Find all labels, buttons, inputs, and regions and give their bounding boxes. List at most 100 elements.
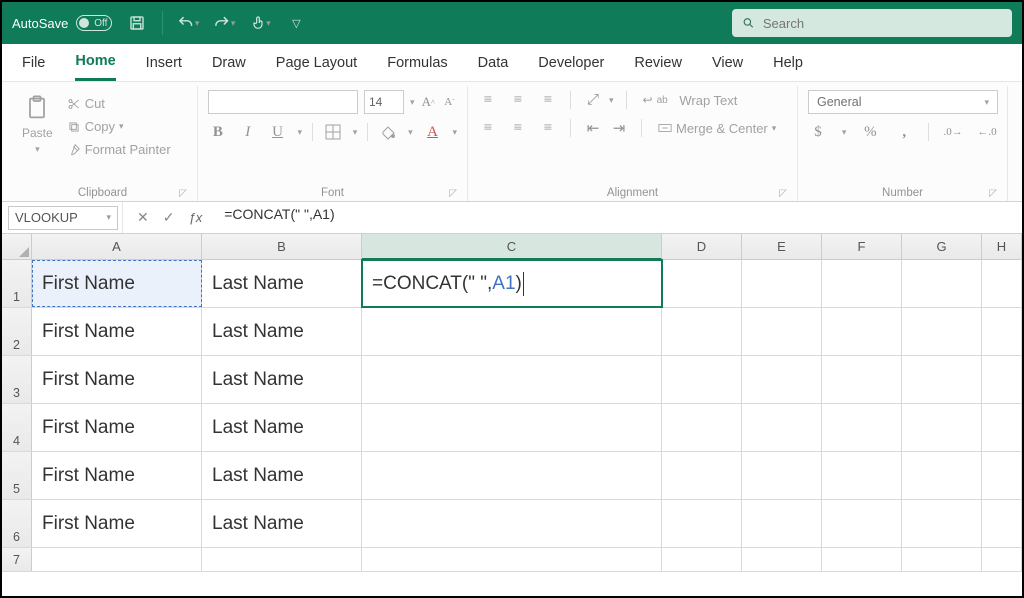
fill-color-button[interactable] [378, 122, 398, 142]
cell[interactable] [362, 356, 662, 403]
cell[interactable] [902, 548, 982, 571]
cell[interactable]: Last Name [202, 308, 362, 355]
row-header[interactable]: 7 [2, 548, 32, 571]
align-left-icon[interactable]: ≡ [478, 118, 498, 138]
cell[interactable] [362, 404, 662, 451]
cell[interactable] [982, 500, 1022, 547]
cell[interactable] [982, 308, 1022, 355]
cell[interactable] [822, 500, 902, 547]
qat-customize-icon[interactable]: ▽ [285, 12, 307, 34]
cancel-formula-icon[interactable]: ✕ [137, 209, 149, 226]
cell[interactable] [822, 260, 902, 307]
cell[interactable] [742, 260, 822, 307]
col-header-D[interactable]: D [662, 234, 742, 260]
font-launcher-icon[interactable]: ◸ [449, 188, 457, 199]
cell[interactable] [902, 356, 982, 403]
comma-format-button[interactable]: , [894, 122, 914, 142]
tab-developer[interactable]: Developer [538, 44, 604, 81]
decrease-font-icon[interactable]: Aˇ [442, 92, 457, 112]
tab-draw[interactable]: Draw [212, 44, 246, 81]
select-all-corner[interactable] [2, 234, 32, 260]
undo-icon[interactable]: ▾ [177, 12, 199, 34]
search-input[interactable] [763, 16, 1002, 31]
col-header-B[interactable]: B [202, 234, 362, 260]
cell[interactable] [662, 548, 742, 571]
number-format-select[interactable]: General▾ [808, 90, 998, 114]
cell[interactable] [982, 356, 1022, 403]
redo-icon[interactable]: ▾ [213, 12, 235, 34]
tab-home[interactable]: Home [75, 44, 115, 81]
cell[interactable] [362, 500, 662, 547]
row-header[interactable]: 6 [2, 500, 32, 547]
cell[interactable] [902, 308, 982, 355]
font-size-select[interactable] [364, 90, 404, 114]
increase-font-icon[interactable]: A^ [421, 92, 436, 112]
cell[interactable] [902, 260, 982, 307]
decrease-indent-icon[interactable]: ⇤ [583, 118, 603, 138]
tab-data[interactable]: Data [478, 44, 509, 81]
name-box[interactable]: VLOOKUP▾ [8, 206, 118, 230]
row-header[interactable]: 3 [2, 356, 32, 403]
cell[interactable] [982, 404, 1022, 451]
format-painter-button[interactable]: Format Painter [63, 140, 175, 159]
cell-B1[interactable]: Last Name [202, 260, 362, 307]
cell[interactable] [362, 452, 662, 499]
tab-help[interactable]: Help [773, 44, 803, 81]
cell[interactable] [742, 308, 822, 355]
cell[interactable] [822, 548, 902, 571]
cell[interactable] [982, 452, 1022, 499]
enter-formula-icon[interactable]: ✓ [163, 209, 175, 226]
cell[interactable]: First Name [32, 356, 202, 403]
cell[interactable] [902, 500, 982, 547]
wrap-text-button[interactable]: ↩ab Wrap Text [639, 91, 742, 110]
decrease-decimal-button[interactable]: ←.0 [977, 122, 997, 142]
cell[interactable]: Last Name [202, 356, 362, 403]
cell[interactable] [902, 452, 982, 499]
col-header-A[interactable]: A [32, 234, 202, 260]
cell[interactable] [662, 308, 742, 355]
cell[interactable] [822, 452, 902, 499]
autosave-toggle[interactable]: AutoSave Off [12, 15, 112, 31]
align-bottom-icon[interactable]: ≡ [538, 90, 558, 110]
clipboard-launcher-icon[interactable]: ◸ [179, 188, 187, 199]
paste-button[interactable]: Paste ▾ [18, 90, 57, 159]
touch-mode-icon[interactable]: ▾ [249, 12, 271, 34]
col-header-E[interactable]: E [742, 234, 822, 260]
row-header[interactable]: 4 [2, 404, 32, 451]
col-header-G[interactable]: G [902, 234, 982, 260]
tab-view[interactable]: View [712, 44, 743, 81]
cell[interactable] [822, 404, 902, 451]
tab-insert[interactable]: Insert [146, 44, 182, 81]
alignment-launcher-icon[interactable]: ◸ [779, 188, 787, 199]
cell[interactable] [362, 548, 662, 571]
cell[interactable] [742, 500, 822, 547]
percent-format-button[interactable]: % [860, 122, 880, 142]
col-header-H[interactable]: H [982, 234, 1022, 260]
cell[interactable]: Last Name [202, 452, 362, 499]
merge-center-button[interactable]: Merge & Center ▾ [654, 119, 780, 138]
copy-button[interactable]: Copy ▾ [63, 117, 175, 136]
cell[interactable] [662, 452, 742, 499]
bold-button[interactable]: B [208, 122, 228, 142]
accounting-format-button[interactable]: $ [808, 122, 828, 142]
cell[interactable]: Last Name [202, 500, 362, 547]
cell[interactable] [982, 260, 1022, 307]
cell[interactable] [822, 356, 902, 403]
number-launcher-icon[interactable]: ◸ [989, 188, 997, 199]
font-family-select[interactable] [208, 90, 358, 114]
borders-button[interactable] [323, 122, 343, 142]
tab-page-layout[interactable]: Page Layout [276, 44, 357, 81]
cell[interactable] [202, 548, 362, 571]
underline-button[interactable]: U [268, 122, 288, 142]
cell[interactable] [742, 404, 822, 451]
formula-input[interactable]: =CONCAT(" ",A1) [216, 206, 1022, 230]
cell[interactable]: First Name [32, 308, 202, 355]
cell[interactable] [822, 308, 902, 355]
cell[interactable] [742, 356, 822, 403]
cell-C1-editing[interactable]: =CONCAT(" ",A1) [362, 260, 662, 307]
cell[interactable] [902, 404, 982, 451]
col-header-C[interactable]: C [362, 234, 662, 260]
increase-decimal-button[interactable]: .0→ [943, 122, 963, 142]
align-middle-icon[interactable]: ≡ [508, 90, 528, 110]
cell[interactable] [662, 404, 742, 451]
